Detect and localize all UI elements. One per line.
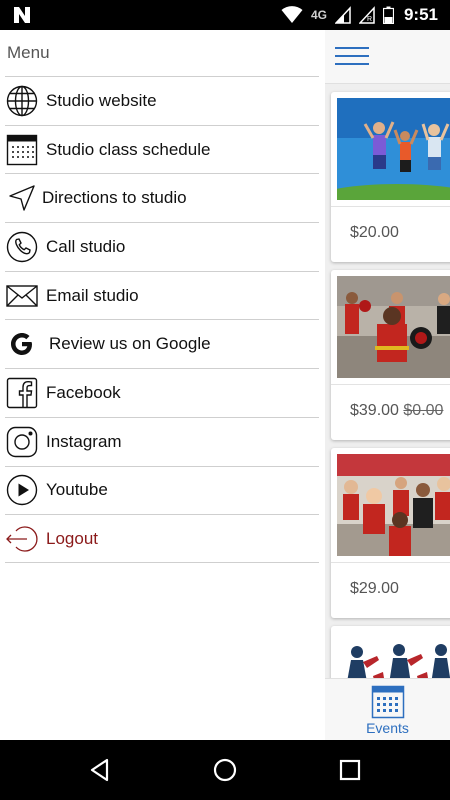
signal-icon — [334, 6, 351, 24]
app-header — [325, 30, 450, 84]
price-value: $39.00 — [350, 402, 399, 419]
menu-item-label: Directions to studio — [42, 188, 187, 208]
navigation-arrow-icon — [5, 181, 39, 215]
price-value: $29.00 — [350, 580, 399, 597]
drawer-menu: Studio website Studio class schedule Dir… — [5, 76, 319, 563]
home-icon[interactable] — [212, 757, 238, 783]
menu-item-label: Logout — [46, 528, 98, 548]
menu-item-class-schedule[interactable]: Studio class schedule — [5, 124, 319, 174]
network-type-label: 4G — [310, 8, 327, 22]
menu-item-logout[interactable]: Logout — [5, 514, 319, 563]
menu-item-label: Youtube — [46, 480, 108, 500]
event-card[interactable]: $20.00 — [331, 92, 450, 262]
notification-n-icon — [14, 7, 30, 23]
instagram-icon — [5, 425, 39, 459]
event-card[interactable]: $39.00 $0.00 — [331, 270, 450, 440]
envelope-icon — [5, 279, 39, 313]
svg-text:R: R — [367, 16, 372, 23]
menu-item-facebook[interactable]: Facebook — [5, 368, 319, 417]
event-image-jumping-kids — [337, 98, 450, 200]
event-image-kickboxing-class — [337, 276, 450, 378]
event-card[interactable]: $29.00 — [331, 448, 450, 618]
recents-icon[interactable] — [337, 757, 363, 783]
globe-icon — [5, 84, 39, 118]
battery-icon — [382, 6, 394, 24]
logout-icon — [5, 522, 39, 556]
clock: 9:51 — [403, 5, 438, 24]
calendar-icon — [5, 133, 39, 167]
event-price: $20.00 — [350, 224, 399, 242]
roaming-signal-icon: R — [358, 6, 375, 24]
menu-item-label: Call studio — [46, 236, 126, 256]
status-bar: 4G R 9:51 — [0, 0, 450, 30]
bottom-tab-bar: Events — [325, 678, 450, 740]
phone-icon — [5, 230, 39, 264]
menu-item-label: Studio website — [46, 90, 157, 110]
wifi-icon — [281, 6, 303, 23]
menu-item-review-google[interactable]: Review us on Google — [5, 319, 319, 368]
event-price: $39.00 $0.00 — [350, 402, 443, 420]
google-icon — [5, 327, 39, 361]
hamburger-menu-icon[interactable] — [335, 45, 369, 67]
events-panel: $20.00 $39.00 $0.00 $29.00 Events — [325, 30, 450, 740]
menu-item-label: Review us on Google — [49, 334, 211, 354]
facebook-icon — [5, 376, 39, 410]
menu-item-instagram[interactable]: Instagram — [5, 416, 319, 466]
navigation-drawer: Menu Studio website Studio class schedul… — [0, 30, 325, 740]
original-price: $0.00 — [403, 402, 444, 419]
menu-item-label: Instagram — [46, 431, 122, 451]
menu-item-email-studio[interactable]: Email studio — [5, 270, 319, 320]
event-image-kids-martial-arts — [337, 454, 450, 556]
price-value: $20.00 — [350, 224, 399, 241]
menu-item-label: Studio class schedule — [46, 139, 211, 159]
event-price: $29.00 — [350, 580, 399, 598]
back-icon[interactable] — [87, 757, 113, 783]
calendar-icon — [371, 685, 405, 719]
menu-item-label: Facebook — [46, 382, 121, 402]
menu-item-label: Email studio — [46, 285, 139, 305]
menu-item-studio-website[interactable]: Studio website — [5, 76, 319, 125]
menu-item-youtube[interactable]: Youtube — [5, 465, 319, 515]
system-navigation-bar — [0, 740, 450, 800]
tab-label: Events — [366, 720, 409, 736]
menu-item-call-studio[interactable]: Call studio — [5, 222, 319, 271]
youtube-play-icon — [5, 473, 39, 507]
drawer-title: Menu — [7, 43, 50, 62]
menu-item-directions[interactable]: Directions to studio — [5, 173, 319, 222]
